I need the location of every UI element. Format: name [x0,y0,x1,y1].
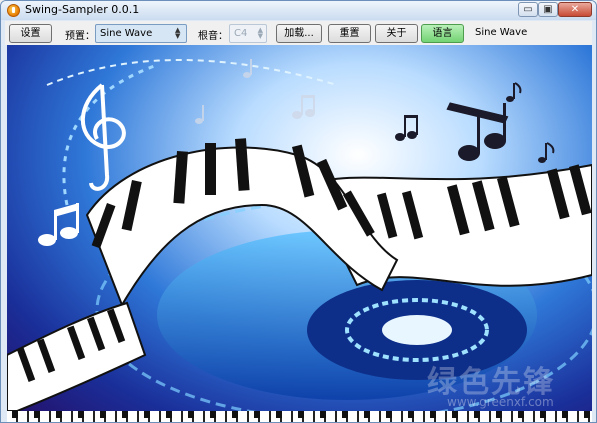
preset-label: 预置： [65,31,95,42]
root-note-label: 根音： [198,31,228,42]
status-preset-text: Sine Wave [475,27,528,38]
language-button[interactable]: 语言 [421,24,464,43]
about-button[interactable]: 关于 [375,24,418,43]
piano-keyboard-strip[interactable] [7,411,592,422]
preset-value: Sine Wave [100,28,153,39]
combo-arrows-icon: ▲ ▼ [175,26,181,40]
music-note-icon [395,115,418,141]
treble-clef-icon [80,83,126,191]
artwork-canvas: 绿色先锋 www.greenxf.com [7,45,592,411]
load-button[interactable]: 加载... [276,24,322,43]
close-button[interactable]: ✕ [558,2,592,17]
root-note-spinner[interactable]: C4 ▲ ▼ [229,24,267,43]
title-bar: Swing-Sampler 0.0.1 ▭ ▣ ✕ [1,1,596,20]
app-logo-icon [7,4,20,17]
root-note-value: C4 [234,28,248,39]
minimize-button[interactable]: ▭ [518,2,538,17]
music-note-icon [195,59,315,124]
toolbar: 设置 预置： Sine Wave ▲ ▼ 根音： C4 ▲ ▼ 加载... 重置 关… [5,21,592,45]
disc-core [382,315,452,345]
maximize-button[interactable]: ▣ [538,2,558,17]
music-note-icon [38,203,79,246]
app-window: Swing-Sampler 0.0.1 ▭ ▣ ✕ 设置 预置： Sine Wa… [0,0,597,423]
music-note-icon [446,102,509,161]
music-note-icon [538,142,555,163]
watermark-url: www.greenxf.com [447,395,554,409]
preset-select[interactable]: Sine Wave ▲ ▼ [95,24,187,43]
settings-button[interactable]: 设置 [9,24,52,43]
window-title: Swing-Sampler 0.0.1 [25,3,140,16]
music-note-icon [506,82,522,102]
piano-ribbon-left [7,301,147,411]
reset-button[interactable]: 重置 [328,24,371,43]
spinner-arrows-icon: ▲ ▼ [257,26,263,40]
swirl-line [46,59,338,86]
